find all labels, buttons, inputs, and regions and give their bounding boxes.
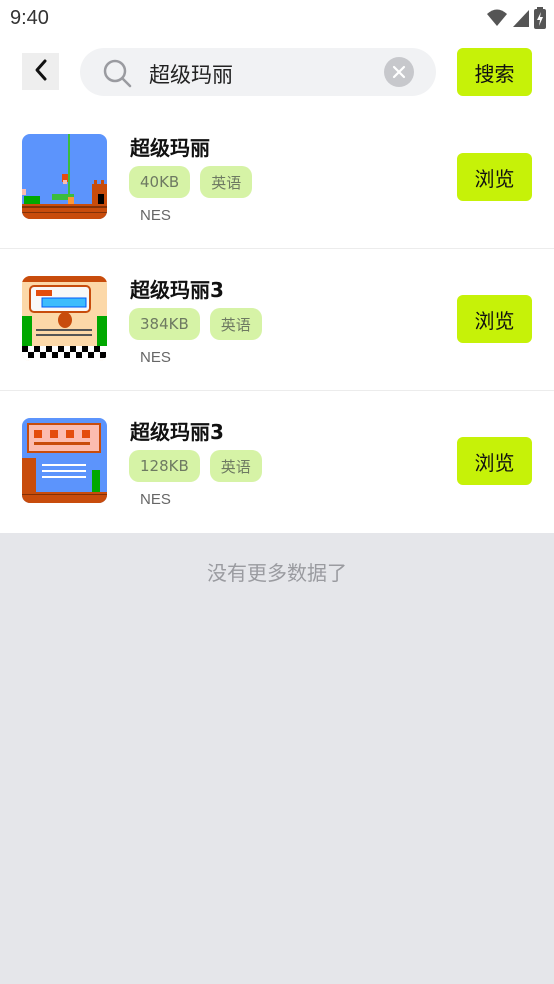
- item-tags: 128KB 英语: [129, 450, 262, 482]
- search-button[interactable]: 搜索: [457, 48, 532, 96]
- browse-button[interactable]: 浏览: [457, 153, 532, 201]
- browse-button[interactable]: 浏览: [457, 295, 532, 343]
- language-badge: 英语: [209, 450, 262, 482]
- game-thumbnail[interactable]: [22, 276, 107, 361]
- list-item[interactable]: 超级玛丽3 384KB 英语 NES 浏览: [0, 249, 554, 391]
- size-badge: 40KB: [129, 166, 191, 198]
- size-badge: 384KB: [129, 308, 200, 340]
- platform-label: NES: [140, 349, 171, 366]
- signal-icon: [512, 8, 530, 28]
- game-thumbnail[interactable]: [22, 418, 107, 503]
- chevron-left-icon: [33, 58, 49, 86]
- item-title: 超级玛丽3: [130, 420, 224, 444]
- content-area: 9:40 超级玛丽 搜索 超级玛丽 40KB 英语 NES 浏览 超级玛丽3 3…: [0, 0, 554, 533]
- search-query[interactable]: 超级玛丽: [149, 59, 233, 89]
- language-badge: 英语: [209, 308, 262, 340]
- list-item[interactable]: 超级玛丽3 128KB 英语 NES 浏览: [0, 391, 554, 533]
- no-more-data-text: 没有更多数据了: [207, 561, 347, 585]
- platform-label: NES: [140, 207, 171, 224]
- browse-button[interactable]: 浏览: [457, 437, 532, 485]
- result-list: 超级玛丽 40KB 英语 NES 浏览 超级玛丽3 384KB 英语 NES 浏…: [0, 107, 554, 533]
- item-tags: 40KB 英语: [129, 166, 253, 198]
- list-item[interactable]: 超级玛丽 40KB 英语 NES 浏览: [0, 107, 554, 249]
- search-input[interactable]: 超级玛丽: [80, 48, 436, 96]
- status-icons: [486, 7, 546, 29]
- language-badge: 英语: [200, 166, 253, 198]
- platform-label: NES: [140, 491, 171, 508]
- item-tags: 384KB 英语: [129, 308, 262, 340]
- item-title: 超级玛丽: [130, 136, 210, 160]
- game-thumbnail[interactable]: [22, 134, 107, 219]
- clear-icon[interactable]: [384, 57, 414, 87]
- battery-icon: [534, 7, 546, 29]
- back-button[interactable]: [22, 53, 59, 90]
- item-title: 超级玛丽3: [130, 278, 224, 302]
- wifi-icon: [486, 8, 508, 28]
- status-bar: 9:40: [0, 0, 554, 38]
- status-time: 9:40: [10, 7, 49, 29]
- size-badge: 128KB: [129, 450, 200, 482]
- search-icon: [102, 58, 132, 92]
